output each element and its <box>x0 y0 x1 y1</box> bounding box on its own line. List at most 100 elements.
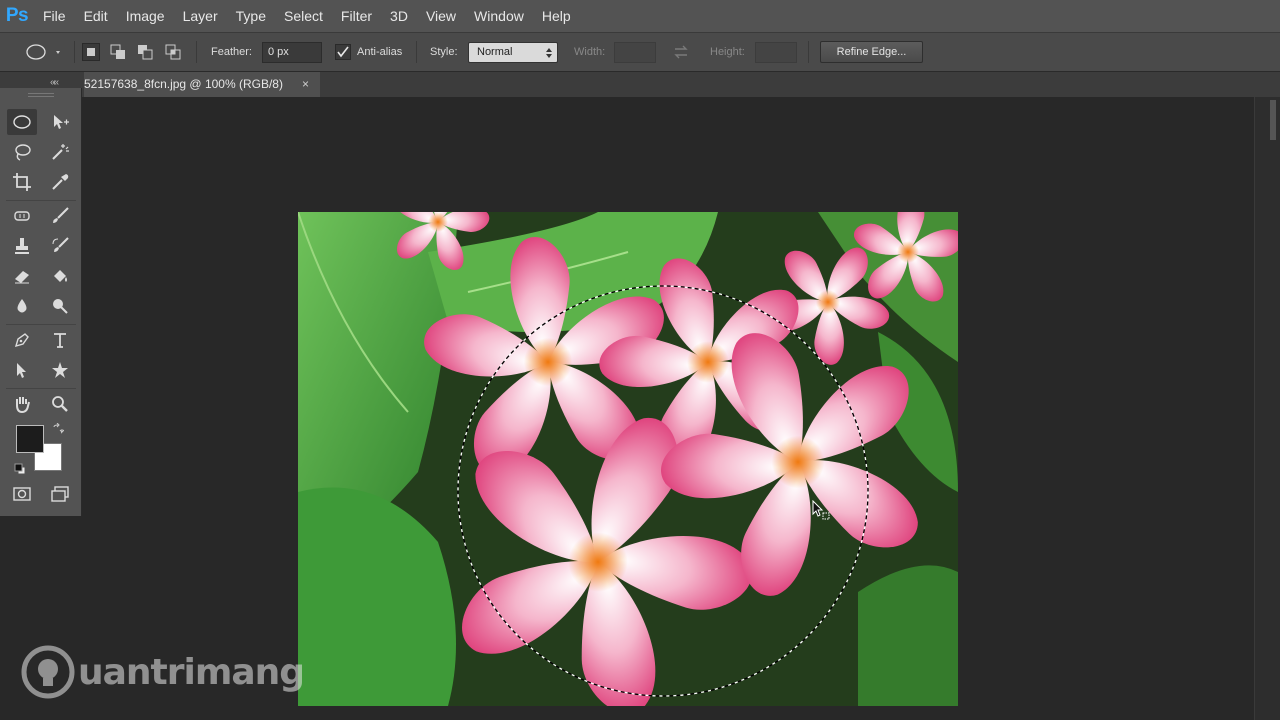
menu-window[interactable]: Window <box>465 0 533 32</box>
add-selection-icon <box>110 44 125 59</box>
custom-shape-tool[interactable] <box>45 357 75 383</box>
menu-type[interactable]: Type <box>227 0 275 32</box>
height-label: Height: <box>710 46 745 58</box>
magic-wand-icon <box>52 144 69 160</box>
photoshop-logo: Ps <box>0 0 34 32</box>
feather-label: Feather: <box>211 46 252 58</box>
height-input[interactable] <box>755 42 797 63</box>
elliptical-marquee-tool[interactable] <box>7 109 37 135</box>
intersect-selection-button[interactable] <box>164 43 182 61</box>
menu-help[interactable]: Help <box>533 0 580 32</box>
style-label: Style: <box>430 46 458 58</box>
panel-grip[interactable] <box>28 93 54 97</box>
screen-mode-button[interactable] <box>45 481 75 507</box>
vertical-scrollbar[interactable] <box>1270 100 1276 140</box>
document-tab[interactable]: 52157638_8fcn.jpg @ 100% (RGB/8) × <box>84 72 320 97</box>
stamp-icon <box>15 238 29 254</box>
width-input[interactable] <box>614 42 656 63</box>
refine-edge-button[interactable]: Refine Edge... <box>820 41 923 63</box>
hand-icon <box>16 397 30 414</box>
swap-colors-icon[interactable] <box>52 422 65 434</box>
zoom-tool[interactable] <box>45 391 75 417</box>
add-to-selection-button[interactable] <box>109 43 127 61</box>
type-icon <box>54 333 66 348</box>
swap-width-height-button[interactable] <box>672 43 690 61</box>
swap-arrows-icon <box>674 45 688 59</box>
feather-input[interactable]: 0 px <box>262 42 322 63</box>
move-icon <box>54 115 69 129</box>
quantrimang-watermark: uantrimang <box>20 644 305 700</box>
tools-panel <box>0 88 82 516</box>
default-colors-icon[interactable] <box>14 462 26 475</box>
bandage-icon <box>14 211 30 221</box>
document-tab-title: 52157638_8fcn.jpg @ 100% (RGB/8) <box>84 77 283 91</box>
menu-select[interactable]: Select <box>275 0 332 32</box>
options-bar: Feather: 0 px Anti-alias Style: Normal W… <box>0 32 1280 72</box>
magnifier-icon <box>52 396 68 412</box>
eraser-icon <box>15 271 29 284</box>
pen-tool[interactable] <box>7 327 37 353</box>
brush-tool[interactable] <box>45 203 75 229</box>
style-select[interactable]: Normal <box>468 42 558 63</box>
history-brush-tool[interactable] <box>45 233 75 259</box>
droplet-icon <box>17 299 27 313</box>
elliptical-marquee-icon <box>13 115 31 129</box>
spot-healing-tool[interactable] <box>7 203 37 229</box>
document-canvas[interactable] <box>298 212 958 706</box>
history-brush-icon <box>52 237 69 252</box>
type-tool[interactable] <box>45 327 75 353</box>
checkmark-icon <box>337 46 349 58</box>
subtract-from-selection-button[interactable] <box>136 43 154 61</box>
watermark-text: uantrimang <box>78 652 305 693</box>
blur-tool[interactable] <box>7 293 37 319</box>
crop-tool[interactable] <box>7 169 37 195</box>
eyedropper-tool[interactable] <box>45 169 75 195</box>
subtract-selection-icon <box>138 45 153 60</box>
shape-icon <box>52 362 68 378</box>
clone-stamp-tool[interactable] <box>7 233 37 259</box>
eraser-tool[interactable] <box>7 263 37 289</box>
elliptical-marquee-icon <box>26 44 60 60</box>
menu-layer[interactable]: Layer <box>174 0 227 32</box>
quick-mask-icon <box>13 487 31 501</box>
menu-bar: Ps File Edit Image Layer Type Select Fil… <box>0 0 1280 32</box>
eyedropper-icon <box>52 174 69 190</box>
move-tool[interactable] <box>45 109 75 135</box>
collapse-panel-icon[interactable]: «« <box>50 77 59 88</box>
antialias-label: Anti-alias <box>357 46 403 58</box>
close-tab-icon[interactable]: × <box>302 72 309 97</box>
crop-icon <box>13 173 31 191</box>
lasso-tool[interactable] <box>7 139 37 165</box>
antialias-checkbox[interactable] <box>335 44 351 60</box>
screen-mode-icon <box>51 486 69 502</box>
updown-arrow-icon <box>546 48 552 58</box>
document-tab-bar: 52157638_8fcn.jpg @ 100% (RGB/8) × <box>0 72 1280 97</box>
tool-preset-picker[interactable] <box>22 41 64 63</box>
brush-icon <box>53 207 69 223</box>
menu-image[interactable]: Image <box>117 0 174 32</box>
magic-wand-tool[interactable] <box>45 139 75 165</box>
flower-photo <box>298 212 958 706</box>
marquee-cursor-icon <box>812 500 830 520</box>
new-selection-button[interactable] <box>82 43 100 61</box>
menu-view[interactable]: View <box>417 0 465 32</box>
foreground-color-swatch[interactable] <box>16 425 44 453</box>
new-selection-icon <box>87 48 95 56</box>
paint-bucket-tool[interactable] <box>45 263 75 289</box>
width-label: Width: <box>574 46 606 58</box>
style-select-value: Normal <box>477 46 513 58</box>
dodge-icon <box>53 299 68 314</box>
quick-mask-button[interactable] <box>7 481 37 507</box>
dodge-tool[interactable] <box>45 293 75 319</box>
bulb-logo-icon <box>21 645 75 699</box>
menu-edit[interactable]: Edit <box>75 0 117 32</box>
paint-bucket-icon <box>54 270 67 282</box>
menu-3d[interactable]: 3D <box>381 0 417 32</box>
path-selection-tool[interactable] <box>7 357 37 383</box>
path-select-icon <box>17 363 26 378</box>
menu-file[interactable]: File <box>34 0 75 32</box>
pen-icon <box>14 333 29 348</box>
hand-tool[interactable] <box>7 391 37 417</box>
lasso-icon <box>15 144 31 161</box>
menu-filter[interactable]: Filter <box>332 0 381 32</box>
